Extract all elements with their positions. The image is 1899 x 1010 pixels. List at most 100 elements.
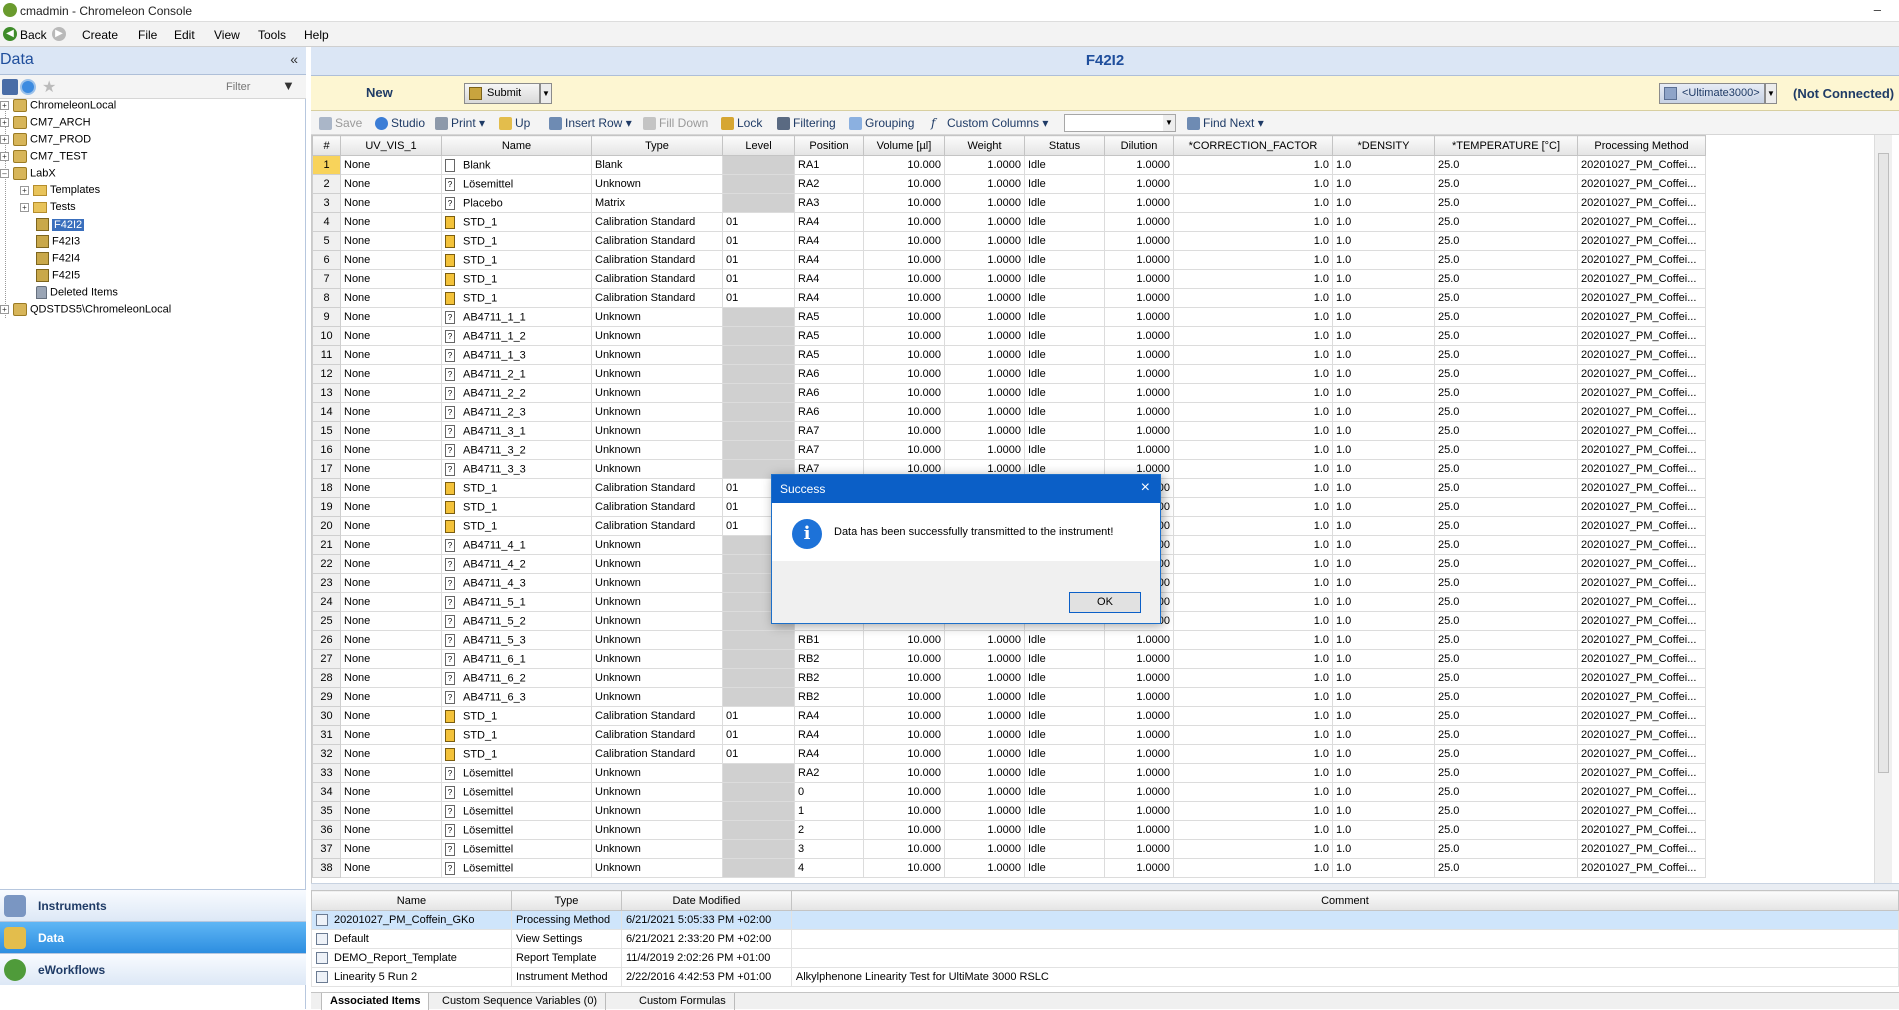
- table-cell[interactable]: 18: [312, 478, 341, 498]
- table-row[interactable]: 32 None STD_1 Calibration Standard 01 RA4 10.0…: [312, 744, 1706, 764]
- menu-create[interactable]: Create: [82, 28, 118, 42]
- table-cell[interactable]: 1.0: [1173, 858, 1333, 878]
- table-cell[interactable]: 25.0: [1434, 573, 1578, 593]
- table-cell[interactable]: 1.0000: [1104, 782, 1174, 802]
- table-cell[interactable]: 1.0: [1173, 573, 1333, 593]
- table-cell[interactable]: 1.0: [1332, 763, 1435, 783]
- table-row[interactable]: 30 None STD_1 Calibration Standard 01 RA4 10.0…: [312, 706, 1706, 726]
- table-cell[interactable]: 17: [312, 459, 341, 479]
- custom-columns-button[interactable]: f Custom Columns ▾: [931, 116, 1048, 130]
- table-cell[interactable]: STD_1: [441, 250, 592, 270]
- table-cell[interactable]: Calibration Standard: [591, 231, 723, 251]
- table-cell[interactable]: 1.0: [1173, 269, 1333, 289]
- find-next-button[interactable]: Find Next ▾: [1187, 116, 1264, 131]
- tree-item-cm7-test[interactable]: + CM7_TEST: [0, 150, 87, 167]
- table-cell[interactable]: STD_1: [441, 516, 592, 536]
- table-cell[interactable]: STD_1: [441, 478, 592, 498]
- table-row[interactable]: 6 None STD_1 Calibration Standard 01 RA4 10.00…: [312, 250, 1706, 270]
- table-cell[interactable]: 1.0: [1173, 440, 1333, 460]
- table-cell[interactable]: 1.0: [1332, 212, 1435, 232]
- table-cell[interactable]: 1.0: [1173, 212, 1333, 232]
- table-cell[interactable]: 1.0000: [944, 269, 1025, 289]
- assoc-cell[interactable]: Linearity 5 Run 2: [311, 967, 512, 987]
- table-cell[interactable]: 1.0: [1332, 535, 1435, 555]
- table-cell[interactable]: Calibration Standard: [591, 212, 723, 232]
- table-cell[interactable]: ? Lösemittel: [441, 839, 592, 859]
- table-cell[interactable]: 10.000: [863, 440, 945, 460]
- table-cell[interactable]: [722, 763, 795, 783]
- table-cell[interactable]: 1.0: [1332, 459, 1435, 479]
- menu-view[interactable]: View: [214, 28, 240, 42]
- table-cell[interactable]: Idle: [1024, 155, 1105, 175]
- table-cell[interactable]: 25.0: [1434, 478, 1578, 498]
- table-cell[interactable]: Idle: [1024, 440, 1105, 460]
- table-cell[interactable]: Unknown: [591, 611, 723, 631]
- table-cell[interactable]: 10.000: [863, 630, 945, 650]
- table-cell[interactable]: ? Lösemittel: [441, 782, 592, 802]
- table-cell[interactable]: 1.0: [1332, 516, 1435, 536]
- tab-custom-sequence-variables[interactable]: Custom Sequence Variables (0): [434, 993, 607, 1010]
- table-row[interactable]: 31 None STD_1 Calibration Standard 01 RA4 10.0…: [312, 725, 1706, 745]
- column-header[interactable]: Level: [722, 135, 795, 156]
- table-cell[interactable]: 20201027_PM_Coffei...: [1577, 839, 1706, 859]
- table-cell[interactable]: 1.0000: [1104, 345, 1174, 365]
- table-cell[interactable]: [722, 174, 795, 194]
- table-cell[interactable]: 28: [312, 668, 341, 688]
- column-header[interactable]: *DENSITY: [1332, 135, 1435, 156]
- table-cell[interactable]: 1.0000: [944, 364, 1025, 384]
- save-button[interactable]: Save: [319, 116, 362, 131]
- collapse-panel-icon[interactable]: «: [290, 51, 298, 67]
- table-cell[interactable]: 12: [312, 364, 341, 384]
- table-cell[interactable]: 1.0: [1332, 725, 1435, 745]
- table-cell[interactable]: 10.000: [863, 402, 945, 422]
- nav-instruments[interactable]: Instruments: [0, 889, 306, 921]
- nav-data[interactable]: Data: [0, 921, 306, 953]
- table-cell[interactable]: [722, 193, 795, 213]
- table-cell[interactable]: 20201027_PM_Coffei...: [1577, 744, 1706, 764]
- table-cell[interactable]: 25: [312, 611, 341, 631]
- table-cell[interactable]: Idle: [1024, 782, 1105, 802]
- table-cell[interactable]: 23: [312, 573, 341, 593]
- table-row[interactable]: 16 None? AB4711_3_2 Unknown RA7 10.000 1.0000 I…: [312, 440, 1706, 460]
- table-cell[interactable]: Unknown: [591, 649, 723, 669]
- column-header[interactable]: *CORRECTION_FACTOR: [1173, 135, 1333, 156]
- table-cell[interactable]: 25.0: [1434, 193, 1578, 213]
- table-cell[interactable]: 1.0000: [1104, 440, 1174, 460]
- table-cell[interactable]: Unknown: [591, 839, 723, 859]
- table-cell[interactable]: 22: [312, 554, 341, 574]
- table-cell[interactable]: 1.0: [1332, 782, 1435, 802]
- table-cell[interactable]: 1.0: [1332, 174, 1435, 194]
- table-cell[interactable]: 19: [312, 497, 341, 517]
- table-cell[interactable]: Calibration Standard: [591, 250, 723, 270]
- table-cell[interactable]: [722, 155, 795, 175]
- table-cell[interactable]: STD_1: [441, 231, 592, 251]
- table-cell[interactable]: 7: [312, 269, 341, 289]
- table-row[interactable]: 8 None STD_1 Calibration Standard 01 RA4 10.00…: [312, 288, 1706, 308]
- table-row[interactable]: 1 None Blank Blank RA1 10.000 1.0000 Idle 1.0000…: [312, 155, 1706, 175]
- table-cell[interactable]: 10.000: [863, 801, 945, 821]
- table-cell[interactable]: 1.0000: [1104, 402, 1174, 422]
- table-cell[interactable]: Idle: [1024, 744, 1105, 764]
- table-cell[interactable]: [722, 839, 795, 859]
- minimize-icon[interactable]: –: [1874, 2, 1881, 17]
- table-cell[interactable]: 1.0000: [1104, 383, 1174, 403]
- table-cell[interactable]: Unknown: [591, 763, 723, 783]
- panel-splitter[interactable]: [311, 883, 1899, 890]
- table-cell[interactable]: ? AB4711_2_3: [441, 402, 592, 422]
- table-cell[interactable]: 1.0000: [944, 402, 1025, 422]
- table-cell[interactable]: 25.0: [1434, 383, 1578, 403]
- table-cell[interactable]: 01: [722, 725, 795, 745]
- table-cell[interactable]: 1.0000: [944, 839, 1025, 859]
- table-cell[interactable]: 10.000: [863, 383, 945, 403]
- table-cell[interactable]: STD_1: [441, 725, 592, 745]
- table-cell[interactable]: ? AB4711_2_2: [441, 383, 592, 403]
- table-cell[interactable]: None: [340, 497, 442, 517]
- table-cell[interactable]: 1.0: [1173, 231, 1333, 251]
- star-icon[interactable]: ★: [42, 77, 58, 96]
- table-cell[interactable]: 1.0: [1332, 497, 1435, 517]
- table-cell[interactable]: 1.0: [1332, 554, 1435, 574]
- table-cell[interactable]: 25.0: [1434, 858, 1578, 878]
- table-cell[interactable]: ? Lösemittel: [441, 801, 592, 821]
- table-cell[interactable]: 20201027_PM_Coffei...: [1577, 288, 1706, 308]
- table-cell[interactable]: ? Lösemittel: [441, 858, 592, 878]
